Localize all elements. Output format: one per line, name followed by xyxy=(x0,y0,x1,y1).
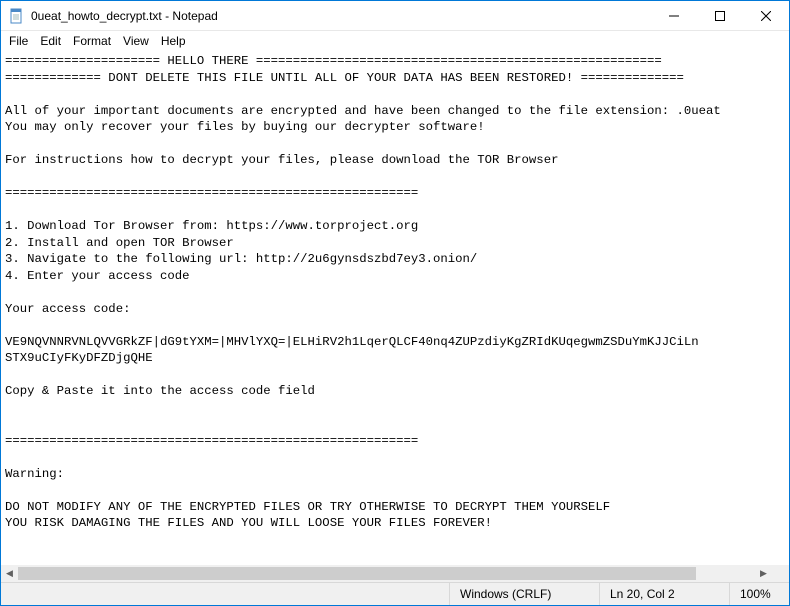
statusbar: Windows (CRLF) Ln 20, Col 2 100% xyxy=(1,582,789,605)
horizontal-scrollbar[interactable]: ◀ ▶ xyxy=(1,565,772,582)
status-encoding: Windows (CRLF) xyxy=(449,583,599,605)
status-empty xyxy=(1,583,449,605)
menu-view[interactable]: View xyxy=(117,33,155,49)
menu-help[interactable]: Help xyxy=(155,33,192,49)
scroll-corner xyxy=(772,565,789,582)
editor-area: ===================== HELLO THERE ======… xyxy=(1,51,789,582)
maximize-button[interactable] xyxy=(697,1,743,31)
menu-file[interactable]: File xyxy=(3,33,34,49)
titlebar: 0ueat_howto_decrypt.txt - Notepad xyxy=(1,1,789,31)
minimize-button[interactable] xyxy=(651,1,697,31)
scroll-left-arrow-icon[interactable]: ◀ xyxy=(1,565,18,582)
window-title: 0ueat_howto_decrypt.txt - Notepad xyxy=(31,9,218,23)
document-text[interactable]: ===================== HELLO THERE ======… xyxy=(5,53,785,532)
text-area[interactable]: ===================== HELLO THERE ======… xyxy=(1,51,789,565)
close-button[interactable] xyxy=(743,1,789,31)
status-position: Ln 20, Col 2 xyxy=(599,583,729,605)
scroll-right-arrow-icon[interactable]: ▶ xyxy=(755,565,772,582)
menu-edit[interactable]: Edit xyxy=(34,33,67,49)
scroll-thumb[interactable] xyxy=(18,567,696,580)
scroll-track[interactable] xyxy=(18,565,755,582)
status-zoom: 100% xyxy=(729,583,789,605)
menubar: File Edit Format View Help xyxy=(1,31,789,51)
notepad-icon xyxy=(9,8,25,24)
menu-format[interactable]: Format xyxy=(67,33,117,49)
